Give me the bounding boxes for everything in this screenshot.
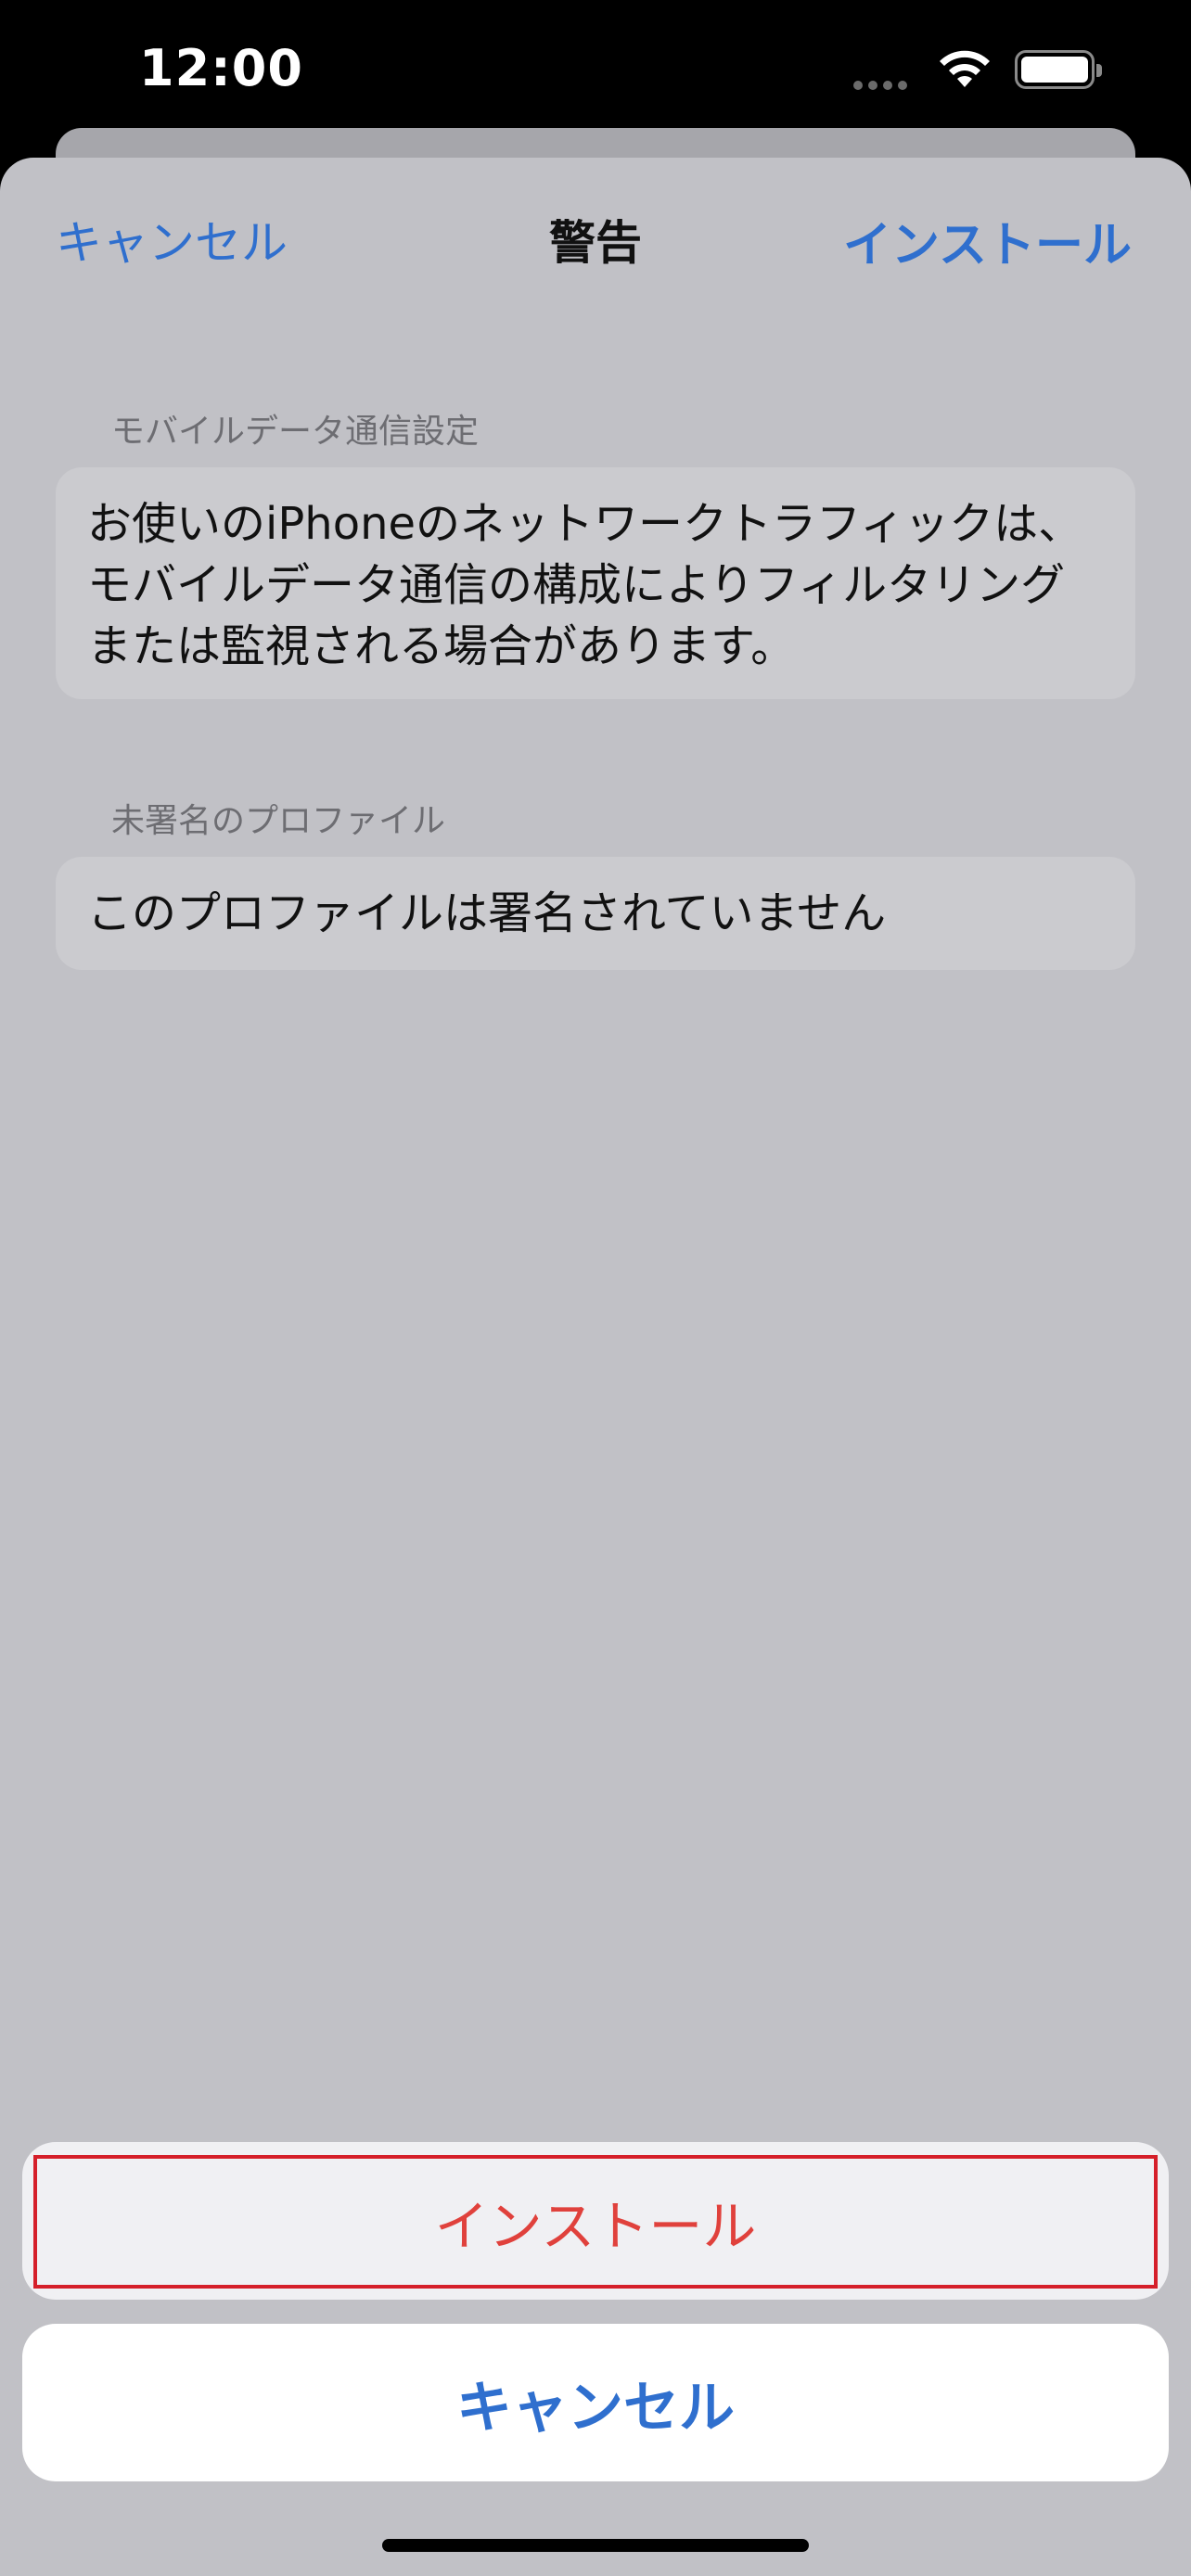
navigation-bar: キャンセル 警告 インストール [0, 158, 1191, 315]
cellular-signal-icon [853, 76, 918, 90]
section-card-unsigned: このプロファイルは署名されていません [56, 857, 1135, 970]
status-bar: 12:00 [0, 0, 1191, 139]
action-cancel-button[interactable]: キャンセル [22, 2324, 1169, 2481]
section-card-cellular: お使いのiPhoneのネットワークトラフィックは、モバイルデータ通信の構成により… [56, 467, 1135, 699]
home-indicator[interactable] [382, 2539, 809, 2552]
action-sheet-group: インストール [22, 2142, 1169, 2300]
install-confirm-button[interactable]: インストール [33, 2155, 1158, 2289]
status-time: 12:00 [139, 39, 303, 97]
section-header-unsigned: 未署名のプロファイル [111, 802, 446, 840]
section-header-cellular: モバイルデータ通信設定 [111, 413, 480, 451]
wifi-icon [935, 46, 994, 91]
battery-icon [1015, 50, 1102, 89]
nav-install-button[interactable]: インストール [843, 206, 1132, 275]
